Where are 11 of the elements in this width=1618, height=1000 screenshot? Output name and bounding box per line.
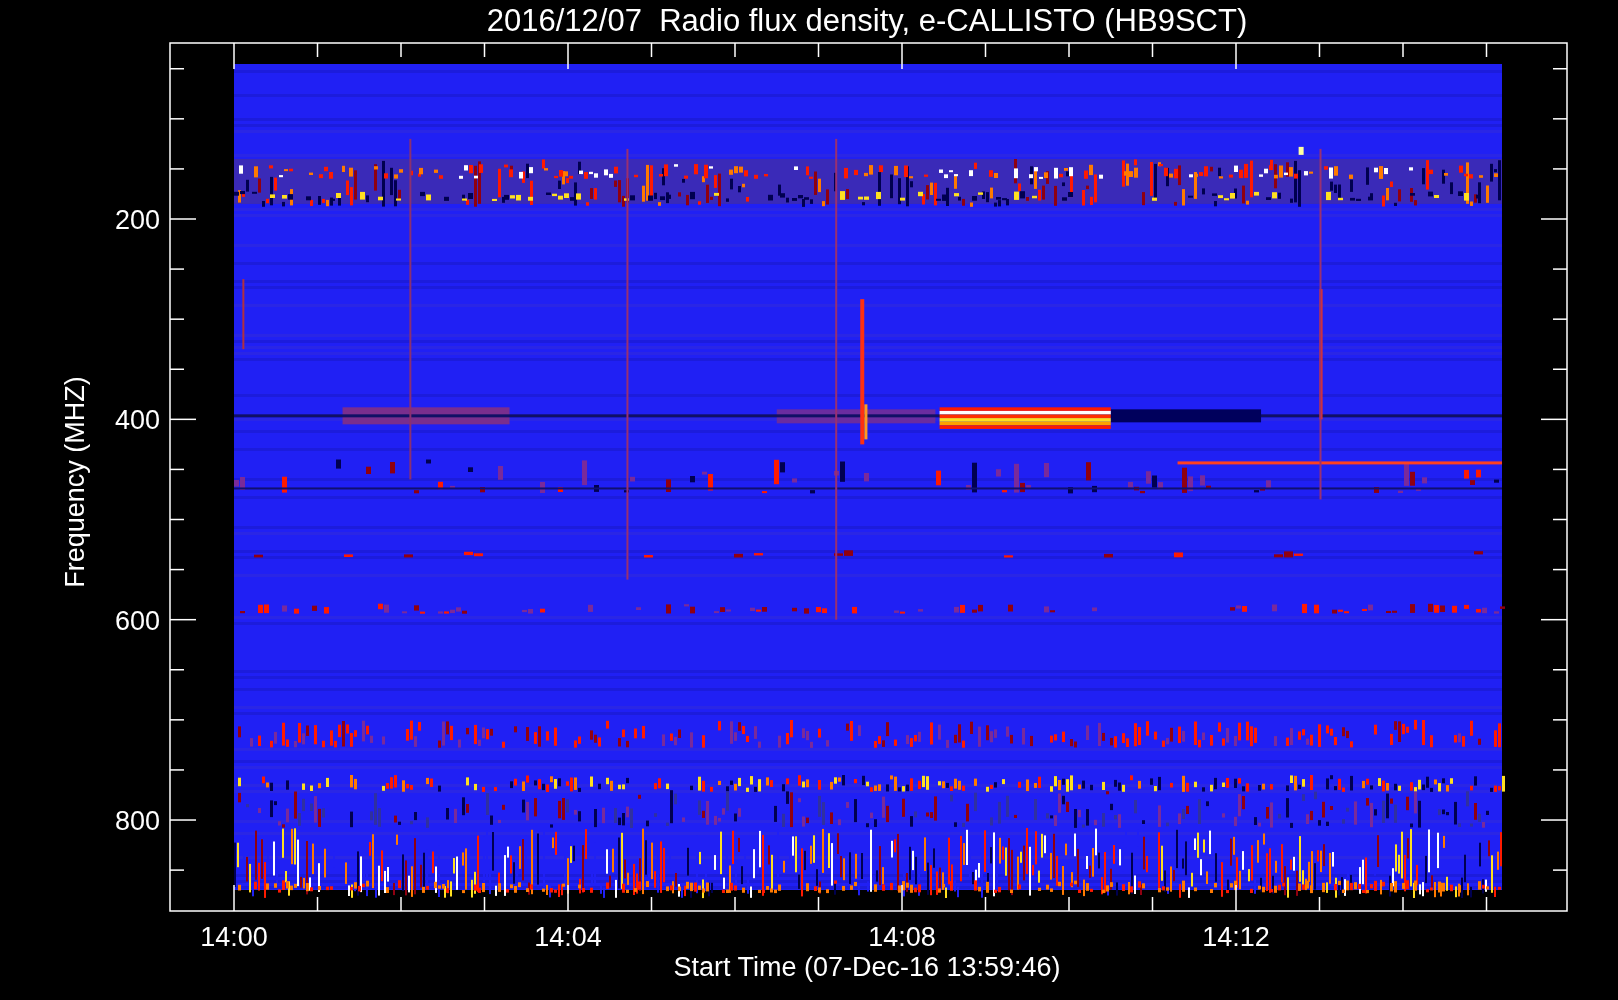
- tick-label: 14:08: [868, 922, 936, 952]
- axis-title: Frequency (MHZ): [60, 376, 90, 588]
- tick-label: 14:04: [534, 922, 602, 952]
- tick-label: 14:00: [200, 922, 268, 952]
- tick-label: 800: [114, 806, 160, 836]
- tick-label: 600: [114, 605, 160, 636]
- tick-label: 200: [114, 205, 160, 235]
- chart-title: 2016/12/07 Radio flux density, e-CALLISTO (HB9SCT): [486, 3, 1248, 38]
- tick-label: 14:12: [1202, 922, 1270, 952]
- tick-label: 400: [114, 405, 160, 436]
- axis-title: Start Time (07-Dec-16 13:59:46): [673, 952, 1061, 982]
